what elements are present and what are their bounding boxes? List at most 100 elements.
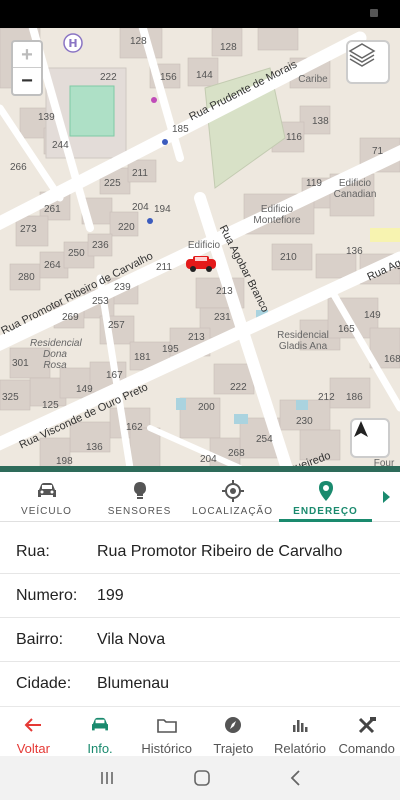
- lightbulb-icon: [133, 482, 146, 499]
- bar-chart-icon: [293, 720, 308, 732]
- house-number: 128: [220, 42, 237, 53]
- navigation-arrow-icon: [354, 421, 368, 437]
- home-icon[interactable]: [193, 769, 211, 787]
- tab-sensors[interactable]: SENSORES: [93, 472, 186, 522]
- recent-apps-icon[interactable]: [99, 771, 115, 785]
- arrow-left-icon: [24, 718, 42, 732]
- info-row-city: Cidade: Blumenau: [0, 662, 400, 706]
- info-row-number: Numero: 199: [0, 574, 400, 618]
- street-label: Rua:: [16, 542, 50, 560]
- house-number: 239: [114, 282, 131, 293]
- house-number: 149: [364, 310, 381, 321]
- house-number: 280: [18, 272, 35, 283]
- house-number: 139: [38, 112, 55, 123]
- place-label: Edificio Canadian: [333, 178, 377, 200]
- house-number: 225: [104, 178, 121, 189]
- house-number: 116: [286, 132, 302, 143]
- house-number: 250: [68, 248, 85, 259]
- district-value: Vila Nova: [97, 630, 166, 648]
- number-value: 199: [97, 586, 124, 604]
- status-bar: [0, 0, 400, 28]
- back-icon[interactable]: [289, 770, 301, 786]
- tab-vehicle[interactable]: VEÍCULO: [0, 472, 93, 522]
- city-label: Cidade:: [16, 675, 72, 692]
- house-number: 257: [108, 320, 125, 331]
- house-number: 231: [214, 312, 231, 323]
- house-number: 136: [86, 442, 103, 453]
- house-number: 236: [92, 240, 109, 251]
- house-number: 222: [230, 382, 247, 393]
- map-view[interactable]: H Rua Prudente de Morais Rua Promotor Ri…: [0, 28, 400, 468]
- house-number: 194: [154, 204, 171, 215]
- house-number: 167: [106, 370, 123, 381]
- address-info-list: Rua: Rua Promotor Ribeiro de Carvalho Nu…: [0, 530, 400, 706]
- house-number: 253: [92, 296, 109, 307]
- house-number: 230: [296, 416, 313, 427]
- street-value: Rua Promotor Ribeiro de Carvalho: [97, 542, 343, 560]
- tab-location[interactable]: LOCALIZAÇÃO: [186, 472, 279, 522]
- nav-info-button[interactable]: Info.: [67, 707, 134, 756]
- tab-address[interactable]: ENDEREÇO: [279, 472, 372, 522]
- nav-back-button[interactable]: Voltar: [0, 707, 67, 756]
- house-number: 213: [188, 332, 205, 343]
- house-number: 212: [318, 392, 335, 403]
- tab-label: ENDEREÇO: [293, 506, 358, 517]
- tab-label: SENSORES: [107, 506, 172, 517]
- house-number: 186: [346, 392, 363, 403]
- house-number: 119: [306, 178, 322, 189]
- house-number: 210: [280, 252, 297, 263]
- house-number: 125: [42, 400, 59, 411]
- bottom-navigation: Voltar Info. Histórico Trajeto Relatório…: [0, 706, 400, 756]
- house-number: 185: [172, 124, 189, 135]
- place-label: Edificio: [187, 240, 221, 251]
- house-number: 165: [338, 324, 355, 335]
- number-label: Numero:: [16, 586, 78, 604]
- nav-label: Info.: [87, 741, 113, 756]
- place-label: Residencial Dona Rosa: [30, 338, 82, 371]
- house-number: 213: [216, 286, 233, 297]
- car-icon: [92, 717, 108, 731]
- place-label: Edificio Montefiore: [253, 204, 301, 226]
- tabs-scroll-right-button[interactable]: [372, 472, 400, 521]
- layers-button[interactable]: [346, 40, 390, 84]
- house-number: 244: [52, 140, 69, 151]
- tab-label: VEÍCULO: [21, 506, 72, 517]
- house-number: 264: [44, 260, 61, 271]
- tools-icon: [358, 717, 376, 734]
- house-number: 181: [134, 352, 151, 363]
- nav-report-button[interactable]: Relatório: [267, 707, 334, 756]
- house-number: 220: [118, 222, 135, 233]
- nav-route-button[interactable]: Trajeto: [200, 707, 267, 756]
- house-number: 162: [126, 422, 143, 433]
- house-number: 261: [44, 204, 61, 215]
- nav-label: Trajeto: [213, 741, 254, 756]
- house-number: 138: [312, 116, 329, 127]
- house-number: 254: [256, 434, 273, 445]
- nav-label: Relatório: [274, 741, 327, 756]
- nav-command-button[interactable]: Comando: [333, 707, 400, 756]
- detail-tabs: VEÍCULO SENSORES LOCALIZAÇÃO ENDEREÇO: [0, 472, 400, 522]
- nav-label: Comando: [338, 741, 395, 756]
- house-number: 128: [130, 36, 147, 47]
- house-number: 301: [12, 358, 29, 369]
- recenter-button[interactable]: [350, 418, 390, 458]
- system-navigation-bar: [0, 756, 400, 800]
- house-number: 325: [2, 392, 19, 403]
- house-number: 211: [132, 168, 148, 179]
- nav-label: Histórico: [141, 741, 192, 756]
- layers-icon: [348, 43, 376, 67]
- house-number: 204: [132, 202, 149, 213]
- house-number: 149: [76, 384, 93, 395]
- tab-label: LOCALIZAÇÃO: [191, 506, 274, 517]
- chevron-right-icon: [383, 490, 390, 503]
- zoom-in-button[interactable]: +: [13, 42, 41, 68]
- nav-history-button[interactable]: Histórico: [133, 707, 200, 756]
- house-number: 222: [100, 72, 117, 83]
- nav-label: Voltar: [16, 741, 50, 756]
- house-number: 266: [10, 162, 27, 173]
- svg-text:H: H: [68, 37, 77, 50]
- house-number: 71: [372, 146, 384, 157]
- map-pin-icon: [318, 481, 333, 501]
- zoom-out-button[interactable]: −: [13, 68, 41, 94]
- house-number: 268: [228, 448, 245, 459]
